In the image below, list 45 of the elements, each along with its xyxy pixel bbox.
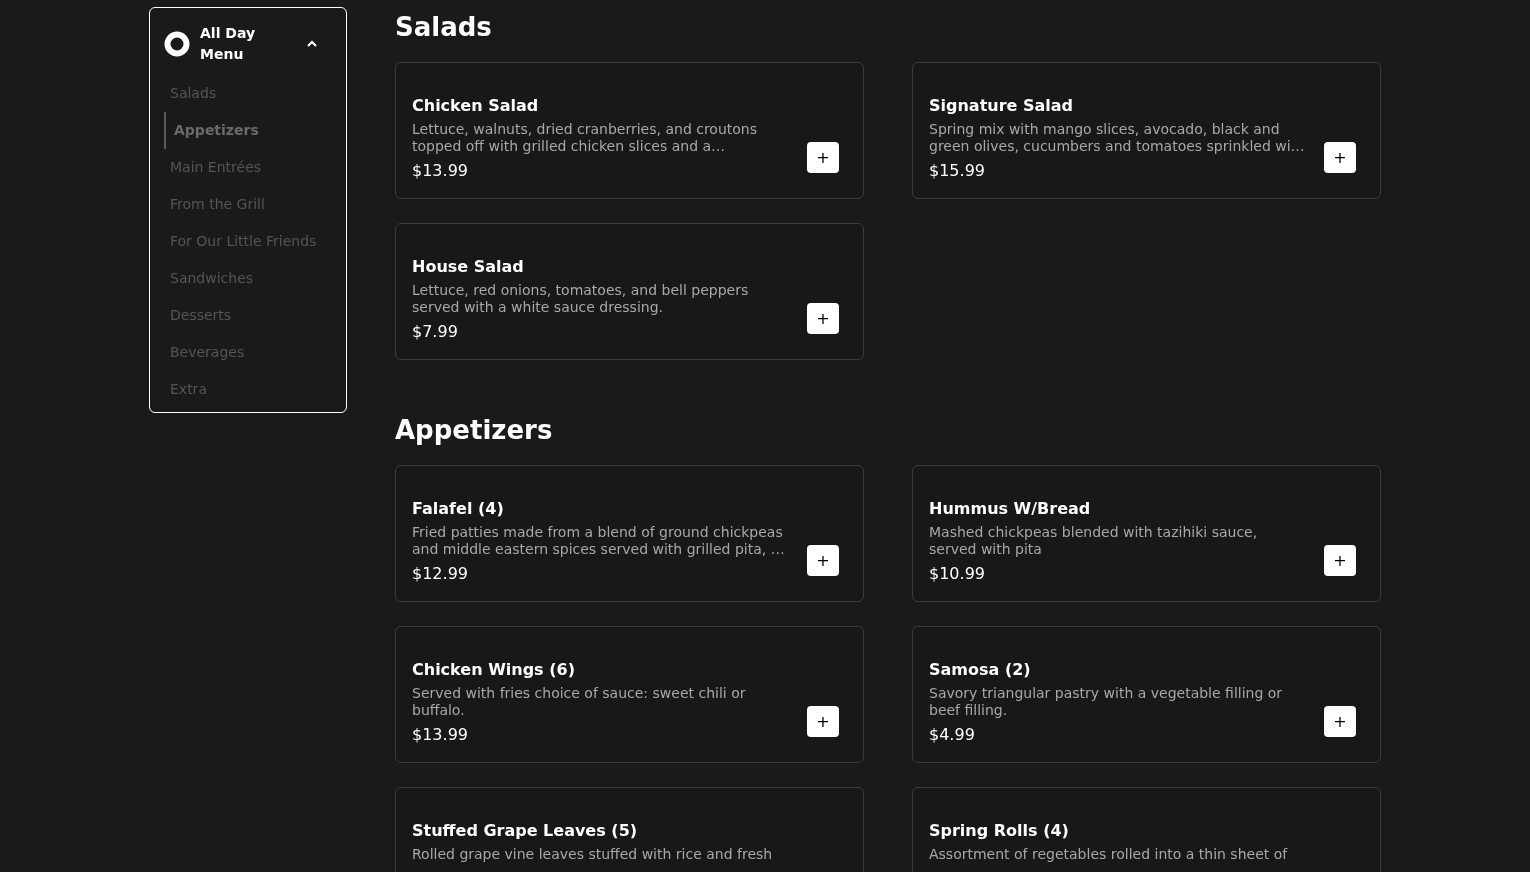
item-name: Chicken Salad — [412, 96, 540, 116]
item-price: $15.99 — [929, 161, 986, 181]
menu-item-card[interactable]: Chicken Salad Lettuce, walnuts, dried cranberries, and croutons topped off with grilled chicken slices and a… $13.99 + — [395, 62, 864, 199]
add-button[interactable]: + — [807, 706, 839, 737]
add-button[interactable]: + — [807, 142, 839, 173]
add-button[interactable]: + — [807, 303, 839, 334]
item-name: Hummus W/Bread — [929, 499, 1092, 519]
section-heading: Appetizers — [395, 414, 554, 447]
item-name: Spring Rolls (4) — [929, 821, 1070, 841]
item-name: Falafel (4) — [412, 499, 505, 519]
item-name: House Salad — [412, 257, 525, 277]
item-price: $7.99 — [412, 322, 459, 342]
menu-item-card[interactable]: Hummus W/Bread Mashed chickpeas blended with tazihiki sauce, served with pita $10.99 + — [912, 465, 1381, 602]
item-description: Rolled grape vine leaves stuffed with rice and fresh — [412, 846, 774, 864]
menu-item-card[interactable]: House Salad Lettuce, red onions, tomatoes, and bell peppers served with a white sauce dressing. $7.99 + — [395, 223, 864, 360]
item-description: Lettuce, red onions, tomatoes, and bell peppers served with a white sauce dressing. — [412, 282, 750, 316]
add-button[interactable]: + — [1324, 706, 1356, 737]
item-description: Spring mix with mango slices, avocado, black and green olives, cucumbers and tomatoes sprinkled wi… — [929, 121, 1306, 155]
add-button[interactable]: + — [807, 545, 839, 576]
item-price: $10.99 — [929, 564, 986, 584]
item-name: Chicken Wings (6) — [412, 660, 576, 680]
item-name: Samosa (2) — [929, 660, 1032, 680]
item-description: Fried patties made from a blend of ground chickpeas and middle eastern spices served with grilled pita, … — [412, 524, 786, 558]
item-price: $13.99 — [412, 161, 469, 181]
item-price: $13.99 — [412, 725, 469, 745]
menu-title: All Day Menu — [200, 24, 257, 64]
menu-item-card[interactable]: Signature Salad Spring mix with mango slices, avocado, black and green olives, cucumbers and tomatoes sprinkled wi… $15.99 + — [912, 62, 1381, 199]
menu-item-card[interactable]: Chicken Wings (6) Served with fries choice of sauce: sweet chili or buffalo. $13.99 + — [395, 626, 864, 763]
menu-item-card[interactable]: Spring Rolls (4) Assortment of regetables rolled into a thin sheet of — [912, 787, 1381, 872]
item-price: $12.99 — [412, 564, 469, 584]
menu-item-card[interactable]: Stuffed Grape Leaves (5) Rolled grape vine leaves stuffed with rice and fresh — [395, 787, 864, 872]
add-button[interactable]: + — [1324, 142, 1356, 173]
item-description: Assortment of regetables rolled into a thin sheet of — [929, 846, 1289, 864]
item-description: Lettuce, walnuts, dried cranberries, and croutons topped off with grilled chicken slices and a… — [412, 121, 759, 155]
menu-item-card[interactable]: Falafel (4) Fried patties made from a blend of ground chickpeas and middle eastern spices served with grilled pita, … $12.99 + — [395, 465, 864, 602]
ring-icon — [164, 31, 190, 57]
item-name: Signature Salad — [929, 96, 1075, 116]
item-description: Served with fries choice of sauce: sweet chili or buffalo. — [412, 685, 747, 719]
section-heading: Salads — [395, 11, 493, 44]
item-price: $4.99 — [929, 725, 976, 745]
add-button[interactable]: + — [1324, 545, 1356, 576]
item-name: Stuffed Grape Leaves (5) — [412, 821, 639, 841]
menu-item-card[interactable]: Samosa (2) Savory triangular pastry with a vegetable filling or beef filling. $4.99 + — [912, 626, 1381, 763]
item-description: Mashed chickpeas blended with tazihiki sauce, served with pita — [929, 524, 1259, 558]
item-description: Savory triangular pastry with a vegetable filling or beef filling. — [929, 685, 1284, 719]
